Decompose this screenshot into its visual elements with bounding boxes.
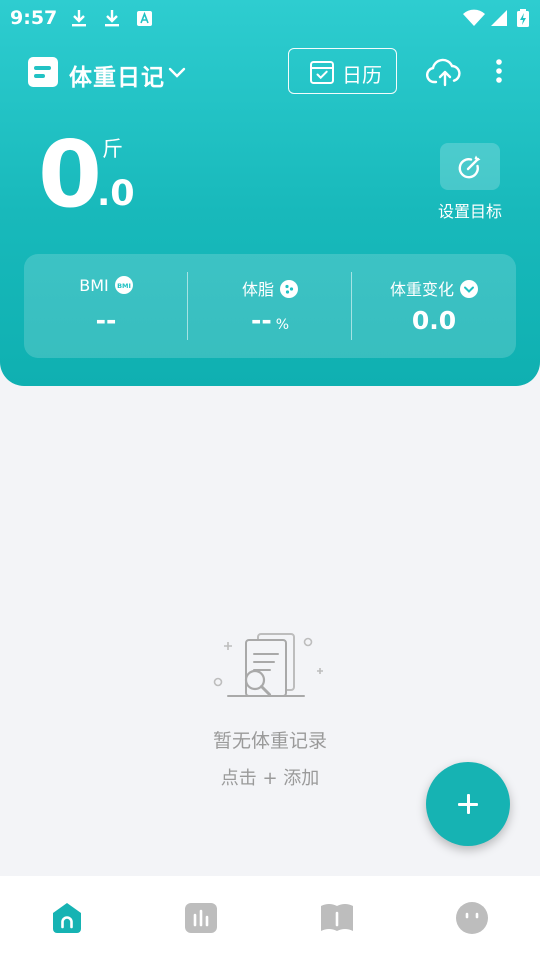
bottom-nav <box>0 876 540 960</box>
chevron-down-icon[interactable] <box>166 62 188 82</box>
weight-decimal: .0 <box>97 174 135 214</box>
diary-title[interactable]: 体重日记 <box>69 58 165 92</box>
weight-change-stat[interactable]: 体重变化 0.0 <box>352 254 516 358</box>
stats-card: BMI BMI -- 体脂 --% 体重变化 0.0 <box>24 254 516 358</box>
signal-icon <box>491 10 507 26</box>
body-fat-stat[interactable]: 体脂 --% <box>188 254 352 358</box>
bmi-badge-icon: BMI <box>114 276 133 294</box>
stats-bars-icon[interactable] <box>183 900 219 936</box>
body-fat-badge-icon <box>280 280 298 298</box>
calendar-button[interactable]: 日历 <box>288 48 397 94</box>
calendar-check-icon <box>310 61 334 84</box>
weight-change-value: 0.0 <box>411 306 457 335</box>
wifi-icon <box>463 9 485 26</box>
header-panel: 9:57 体重日记 日历 0 斤 .0 设置目标 BMI BMI -- 体脂 -… <box>0 0 540 386</box>
weight-unit: 斤 <box>102 137 123 161</box>
weight-integer: 0 <box>38 121 103 228</box>
body-fat-value: -- <box>250 306 272 335</box>
body-fat-unit: % <box>275 317 290 333</box>
bmi-value: -- <box>95 306 117 335</box>
plus-icon <box>466 794 470 814</box>
empty-records-illustration <box>213 633 323 697</box>
empty-state-title: 暂无体重记录 <box>212 730 327 752</box>
weight-change-label: 体重变化 <box>389 280 454 299</box>
text-a-icon <box>137 11 152 26</box>
battery-charging-icon <box>517 9 529 27</box>
chevron-down-icon <box>460 280 478 298</box>
download-icon <box>72 10 86 27</box>
calendar-label: 日历 <box>342 63 382 87</box>
download-icon <box>105 10 119 27</box>
cloud-upload-icon[interactable] <box>426 56 462 88</box>
notebook-icon[interactable] <box>28 57 58 87</box>
more-vertical-icon[interactable] <box>489 57 509 87</box>
bmi-stat[interactable]: BMI BMI -- <box>24 254 188 358</box>
body-fat-label: 体脂 <box>241 280 274 299</box>
home-icon[interactable] <box>49 900 85 936</box>
status-bar: 9:57 <box>0 0 540 36</box>
body-fat-value-wrap: --% <box>188 306 352 335</box>
book-icon[interactable] <box>319 900 355 936</box>
bmi-label: BMI <box>79 276 109 295</box>
profile-face-icon[interactable] <box>454 900 490 936</box>
target-dart-icon <box>458 155 481 179</box>
status-time: 9:57 <box>10 7 58 29</box>
set-goal-button[interactable] <box>440 143 500 190</box>
add-record-button[interactable] <box>426 762 510 846</box>
svg-text:BMI: BMI <box>117 282 131 290</box>
set-goal-label[interactable]: 设置目标 <box>420 198 520 222</box>
